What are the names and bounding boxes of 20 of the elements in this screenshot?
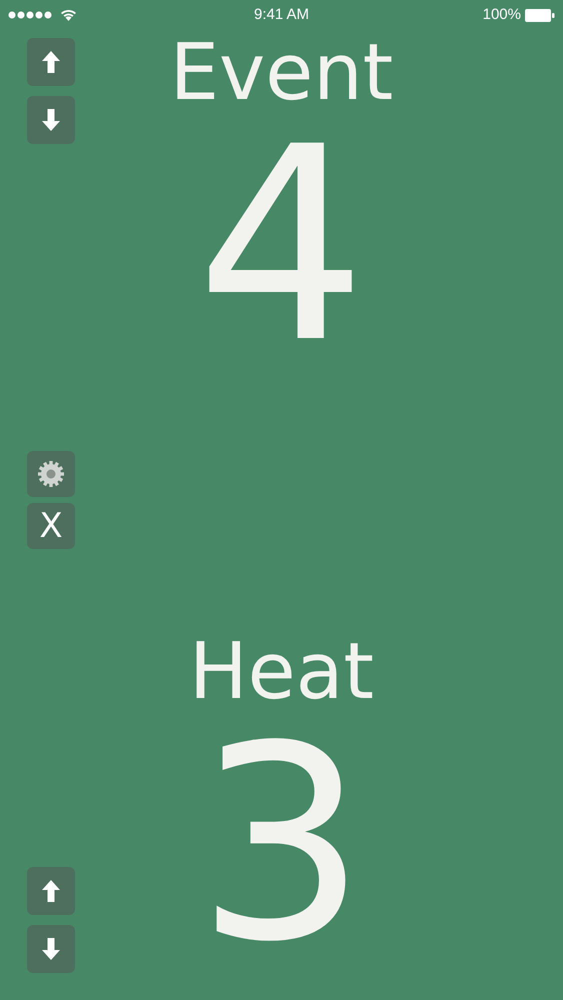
counter-value: 4 (196, 112, 367, 380)
close-button[interactable]: X (27, 503, 75, 549)
counter-value: 3 (196, 711, 367, 979)
counter-label: Event (170, 34, 394, 112)
decrement-button[interactable] (27, 925, 75, 973)
counter-label: Heat (188, 633, 374, 711)
up-arrow-icon (42, 880, 60, 902)
battery-icon (525, 8, 555, 22)
battery-percentage: 100% (482, 4, 521, 25)
down-arrow-icon (42, 109, 60, 131)
increment-button[interactable] (27, 867, 75, 915)
down-arrow-icon (42, 938, 60, 960)
up-arrow-icon (42, 51, 60, 73)
settings-button[interactable] (27, 451, 75, 497)
increment-button[interactable] (27, 38, 75, 86)
decrement-button[interactable] (27, 96, 75, 144)
wifi-icon (60, 9, 77, 21)
settings-icon (37, 460, 65, 488)
status-time: 9:41 AM (254, 4, 310, 25)
signal-icon (8, 11, 54, 19)
